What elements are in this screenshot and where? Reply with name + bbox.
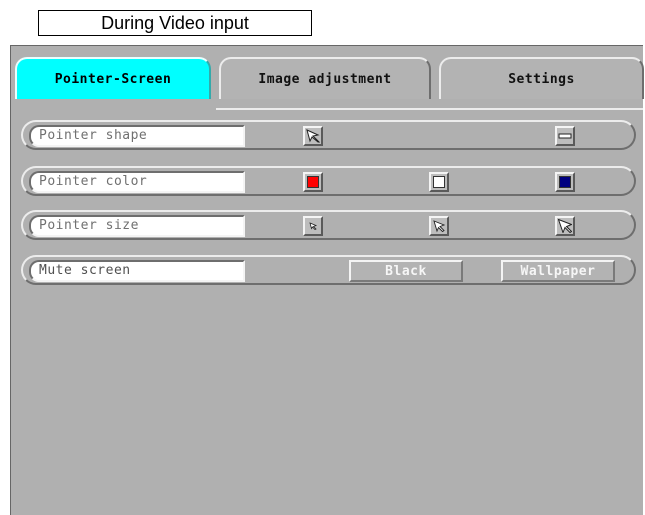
white-swatch [433,176,445,188]
pointer-color-label: Pointer color [29,171,245,193]
mute-screen-label: Mute screen [29,260,245,282]
navy-swatch [559,176,571,188]
medium-pointer-icon [433,220,446,233]
arrow-pointer-button[interactable] [303,126,323,146]
mode-caption: During Video input [38,10,312,36]
pointer-color-white-button[interactable] [429,172,449,192]
pointer-size-row: Pointer size [21,210,636,240]
pointer-color-row: Pointer color [21,166,636,196]
osd-menu-panel: Pointer-Screen Image adjustment Settings… [10,45,644,515]
red-swatch [307,176,319,188]
tab-settings[interactable]: Settings [439,57,644,99]
mute-screen-row: Mute screen Black Wallpaper [21,255,636,285]
pointer-size-small-button[interactable] [303,216,323,236]
bar-pointer-icon [558,133,572,139]
pointer-shape-row: Pointer shape [21,120,636,150]
large-pointer-icon [558,219,572,233]
arrow-pointer-icon [306,129,320,143]
tab-pointer-screen[interactable]: Pointer-Screen [15,57,211,99]
tab-image-adjustment[interactable]: Image adjustment [219,57,431,99]
tab-divider [216,108,643,110]
small-pointer-icon [309,222,318,230]
pointer-size-label: Pointer size [29,215,245,237]
bar-pointer-button[interactable] [555,126,575,146]
mute-wallpaper-button[interactable]: Wallpaper [501,260,615,282]
pointer-color-blue-button[interactable] [555,172,575,192]
mute-black-button[interactable]: Black [349,260,463,282]
pointer-color-red-button[interactable] [303,172,323,192]
pointer-shape-label: Pointer shape [29,125,245,147]
pointer-size-medium-button[interactable] [429,216,449,236]
menu-tabs: Pointer-Screen Image adjustment Settings [11,54,644,110]
pointer-size-large-button[interactable] [555,216,575,236]
